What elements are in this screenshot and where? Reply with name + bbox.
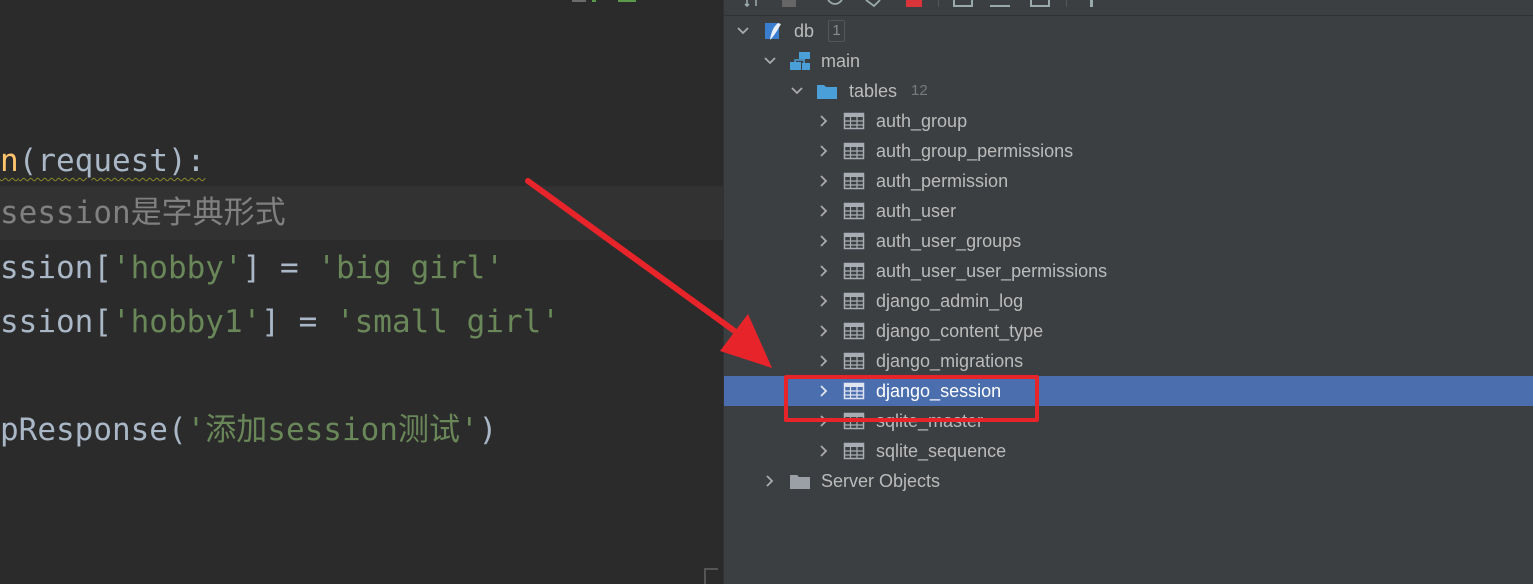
database-tool-window[interactable]: db 1 main tables 12 auth_group auth_group… [723,0,1533,584]
code-token: 'hobby1' [111,304,262,340]
table-icon [843,202,865,220]
table-row[interactable]: auth_user_groups [724,226,1533,256]
table-name-label: auth_user_user_permissions [876,261,1108,281]
table-icon [843,322,865,340]
table-row[interactable]: auth_permission [724,166,1533,196]
schema-icon [790,52,810,70]
tables-folder-label: tables [849,81,898,101]
table-name-label: sqlite_sequence [876,441,1007,461]
table-icon [843,232,865,250]
chevron-down-icon[interactable] [735,16,751,46]
code-token: 'small girl' [335,304,560,340]
table-icon [843,172,865,190]
stop-icon[interactable] [782,0,796,7]
red-highlight-box [784,375,1039,422]
database-toolbar [724,0,1533,16]
table-name-label: auth_group [876,111,968,131]
table-row[interactable]: auth_group [724,106,1533,136]
code-token: '添加session测试' [186,412,479,448]
table-view-icon[interactable] [953,0,973,7]
chevron-right-icon[interactable] [816,436,832,466]
tree-node-server-objects[interactable]: Server Objects [724,466,1533,496]
code-line-session-hobby1[interactable]: ssion['hobby1'] = 'small girl' [0,295,723,349]
folder-icon [790,475,810,489]
sqlite-database-icon [765,23,781,40]
table-name-label: auth_permission [876,171,1009,191]
chevron-right-icon[interactable] [762,466,778,496]
db-label: db [794,21,815,41]
editor-scroll-corner [704,568,718,584]
table-row[interactable]: django_admin_log [724,286,1533,316]
table-name-label: auth_group_permissions [876,141,1074,161]
table-name-label: django_migrations [876,351,1024,371]
disconnect-icon[interactable] [906,0,922,7]
chevron-right-icon[interactable] [816,136,832,166]
refresh-icon[interactable] [826,0,844,7]
code-token: (request): [18,143,206,179]
table-name-label: django_admin_log [876,291,1024,311]
code-token: 'hobby' [111,250,243,286]
code-token: session是字典形式 [0,195,286,231]
code-line-return[interactable]: pResponse('添加session测试') [0,403,723,457]
chevron-right-icon[interactable] [816,196,832,226]
chevron-right-icon[interactable] [816,226,832,256]
table-row[interactable]: auth_group_permissions [724,136,1533,166]
table-row[interactable]: sqlite_sequence [724,436,1533,466]
chevron-right-icon[interactable] [816,106,832,136]
table-icon [843,352,865,370]
code-token: ssion[ [0,304,112,340]
chevron-right-icon[interactable] [816,286,832,316]
tables-count: 12 [911,82,928,99]
chevron-down-icon[interactable] [789,76,805,106]
table-row[interactable]: django_content_type [724,316,1533,346]
code-editor[interactable]: n(request): session是字典形式 ssion['hobby'] … [0,0,723,584]
toolbar-separator [938,0,939,7]
edit-icon[interactable] [864,0,882,7]
folder-icon [817,85,837,99]
table-name-label: django_content_type [876,321,1044,341]
pin-icon[interactable] [1090,0,1093,7]
table-name-label: auth_user [876,201,957,221]
code-token: n [0,143,19,179]
code-token: 'big girl' [317,250,504,286]
table-icon [843,292,865,310]
code-token: ) [478,412,498,448]
tree-node-tables[interactable]: tables 12 [724,76,1533,106]
schema-label: main [821,51,861,71]
table-icon [843,142,865,160]
chevron-down-icon[interactable] [762,46,778,76]
table-icon [843,112,865,130]
chevron-right-icon[interactable] [816,316,832,346]
code-token: ssion[ [0,250,112,286]
chevron-right-icon[interactable] [816,166,832,196]
server-objects-label: Server Objects [821,471,941,491]
sync-arrows-icon[interactable] [744,0,762,7]
table-row[interactable]: django_migrations [724,346,1533,376]
chevron-right-icon[interactable] [816,256,832,286]
table-row[interactable]: auth_user_user_permissions [724,256,1533,286]
code-line-session-hobby[interactable]: ssion['hobby'] = 'big girl' [0,241,723,295]
code-line-def[interactable]: n(request): [0,134,723,188]
table-row[interactable]: auth_user [724,196,1533,226]
table-icon [843,262,865,280]
chevron-right-icon[interactable] [816,346,832,376]
toolbar-separator [1066,0,1067,7]
editor-top-markers [572,0,636,5]
code-line-comment[interactable]: session是字典形式 [0,186,723,240]
filter-icon[interactable] [1030,0,1050,7]
db-count-badge: 1 [828,20,845,42]
tree-node-main[interactable]: main [724,46,1533,76]
tree-node-db[interactable]: db [724,16,1533,46]
code-token: ] = [261,304,336,340]
table-name-label: auth_user_groups [876,231,1022,251]
console-icon[interactable] [990,0,1010,7]
table-icon [843,442,865,460]
code-token: pResponse( [0,412,187,448]
code-token: ] = [242,250,318,286]
